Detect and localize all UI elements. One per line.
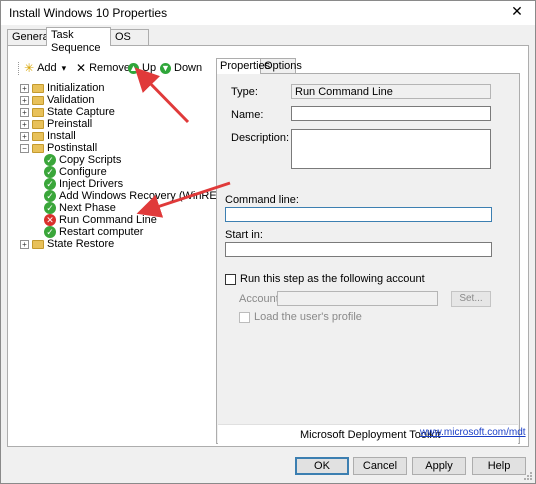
type-label: Type: (231, 86, 258, 98)
tree-node-preinstall[interactable]: + Preinstall (20, 118, 92, 130)
tree-node-restart-computer[interactable]: ✓ Restart computer (44, 226, 143, 238)
set-account-button[interactable]: Set... (451, 291, 491, 307)
check-icon: ✓ (44, 226, 56, 238)
window-title: Install Windows 10 Properties (9, 6, 168, 20)
load-profile-label: Load the user's profile (254, 311, 362, 323)
tree-node-next-phase[interactable]: ✓ Next Phase (44, 202, 116, 214)
tree-node-run-command-line[interactable]: ✕ Run Command Line (44, 214, 157, 226)
ok-button[interactable]: OK (295, 457, 349, 475)
tree-node-label: Validation (47, 94, 95, 106)
add-button-label: Add (37, 62, 57, 74)
tab-task-sequence[interactable]: Task Sequence (46, 27, 111, 54)
tree-node-install[interactable]: + Install (20, 130, 76, 142)
tab-os-info[interactable]: OS Info (110, 29, 149, 56)
tree-node-label: Add Windows Recovery (WinRE) (59, 190, 221, 202)
task-sequence-tree: + Initialization + Validation + State Ca… (20, 80, 220, 440)
account-label: Account: (239, 293, 282, 305)
folder-icon (32, 83, 44, 93)
up-button-label: Up (142, 62, 157, 74)
tree-node-postinstall[interactable]: − Postinstall (20, 142, 97, 154)
expand-icon[interactable]: + (20, 131, 29, 141)
toolbar-grip (18, 62, 19, 75)
remove-button-label: Remove (89, 62, 131, 74)
tree-node-validation[interactable]: + Validation (20, 94, 95, 106)
expand-icon[interactable]: + (20, 107, 29, 117)
tree-node-label: State Capture (47, 106, 115, 118)
start-in-label: Start in: (225, 229, 263, 241)
command-line-label: Command line: (225, 194, 299, 206)
folder-icon (32, 95, 44, 105)
tree-node-state-capture[interactable]: + State Capture (20, 106, 115, 118)
tree-node-label: Run Command Line (59, 214, 157, 226)
folder-icon (32, 131, 44, 141)
expand-icon[interactable]: + (20, 119, 29, 129)
check-icon: ✓ (44, 166, 56, 178)
check-icon: ✓ (44, 154, 56, 166)
tree-node-label: State Restore (47, 238, 115, 250)
tree-node-label: Postinstall (47, 142, 98, 154)
check-icon: ✓ (44, 178, 56, 190)
command-line-input[interactable] (225, 207, 492, 222)
arrow-up-icon: ▲ (128, 62, 139, 74)
apply-button[interactable]: Apply (412, 457, 466, 475)
run-as-label: Run this step as the following account (240, 273, 425, 285)
mdt-link[interactable]: www.microsoft.com/mdt (420, 427, 526, 438)
folder-icon (32, 107, 44, 117)
description-input[interactable] (291, 129, 491, 169)
run-as-checkbox[interactable] (225, 274, 236, 285)
chevron-down-icon[interactable]: ▾ (62, 63, 67, 74)
resize-grip-icon[interactable] (523, 471, 533, 481)
collapse-icon[interactable]: − (20, 143, 29, 153)
properties-window: Install Windows 10 Properties ✕ General … (0, 0, 536, 484)
tree-node-label: Next Phase (59, 202, 116, 214)
description-label: Description: (231, 132, 290, 144)
step-details: Properties Options Type: Run Command Lin… (216, 58, 526, 444)
expand-icon[interactable]: + (20, 95, 29, 105)
cancel-button[interactable]: Cancel (353, 457, 407, 475)
down-button[interactable]: ▼ Down (160, 60, 202, 76)
tree-node-label: Configure (59, 166, 107, 178)
tree-node-label: Copy Scripts (59, 154, 122, 166)
start-in-input[interactable] (225, 242, 492, 257)
tree-node-initialization[interactable]: + Initialization (20, 82, 104, 94)
remove-button[interactable]: ✕ Remove (76, 60, 130, 76)
up-button[interactable]: ▲ Up (128, 60, 156, 76)
folder-open-icon (32, 143, 44, 153)
error-icon: ✕ (44, 214, 56, 226)
tree-node-configure[interactable]: ✓ Configure (44, 166, 107, 178)
task-sequence-panel: ✳ Add ▾ ✕ Remove ▲ Up ▼ Down + Initializ… (7, 45, 529, 447)
tab-general[interactable]: General (7, 29, 51, 45)
tree-node-label: Initialization (47, 82, 105, 94)
tree-node-add-winre[interactable]: ✓ Add Windows Recovery (WinRE) (44, 190, 220, 202)
properties-panel: Type: Run Command Line Name: Description… (216, 73, 526, 444)
expand-icon[interactable]: + (20, 239, 29, 249)
tree-node-label: Install (47, 130, 76, 142)
tab-properties[interactable]: Properties (216, 58, 270, 74)
tree-node-copy-scripts[interactable]: ✓ Copy Scripts (44, 154, 121, 166)
tree-node-label: Inject Drivers (59, 178, 124, 190)
name-input[interactable] (291, 106, 491, 121)
tree-node-state-restore[interactable]: + State Restore (20, 238, 114, 250)
title-bar: Install Windows 10 Properties ✕ (1, 1, 535, 25)
expand-icon[interactable]: + (20, 83, 29, 93)
folder-icon (32, 239, 44, 249)
type-field: Run Command Line (291, 84, 491, 99)
tree-node-label: Restart computer (59, 226, 144, 238)
name-label: Name: (231, 109, 264, 121)
remove-icon: ✕ (76, 61, 87, 75)
account-input (277, 291, 438, 306)
down-button-label: Down (174, 62, 203, 74)
check-icon: ✓ (44, 202, 56, 214)
arrow-down-icon: ▼ (160, 62, 171, 74)
help-button[interactable]: Help (472, 457, 526, 475)
add-icon: ✳ (24, 61, 35, 75)
tree-node-inject-drivers[interactable]: ✓ Inject Drivers (44, 178, 123, 190)
check-icon: ✓ (44, 190, 56, 202)
close-icon[interactable]: ✕ (509, 3, 525, 20)
load-profile-checkbox[interactable] (239, 312, 250, 323)
tree-node-label: Preinstall (47, 118, 93, 130)
add-button[interactable]: ✳ Add ▾ (24, 60, 66, 76)
folder-icon (32, 119, 44, 129)
branding-footer: Microsoft Deployment Toolkit www.microso… (218, 424, 526, 444)
